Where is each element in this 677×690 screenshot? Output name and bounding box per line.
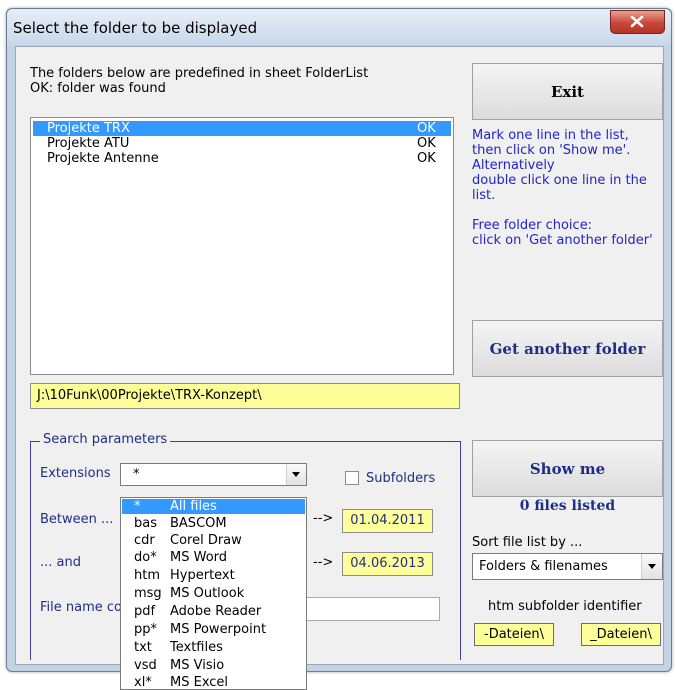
option-description: All files	[170, 499, 217, 514]
sort-value: Folders & filenames	[479, 559, 608, 574]
help-line: Free folder choice:	[472, 218, 593, 233]
folder-list[interactable]: Projekte TRX OK Projekte ATU OK Projekte…	[30, 117, 454, 375]
option-extension: txt	[134, 640, 152, 655]
option-description: MS Excel	[170, 675, 229, 690]
get-another-folder-button[interactable]: Get another folder	[472, 320, 663, 377]
help-line: Alternatively	[472, 158, 555, 173]
subfolders-label: Subfolders	[366, 471, 436, 486]
folder-name: Projekte Antenne	[47, 151, 159, 166]
title-bar: Select the folder to be displayed	[7, 9, 671, 45]
option-description: Corel Draw	[170, 533, 242, 548]
search-parameters-legend: Search parameters	[40, 432, 171, 447]
chevron-down-icon	[292, 472, 300, 477]
between-label: Between ...	[40, 512, 114, 527]
sort-dropdown-button[interactable]	[641, 554, 662, 579]
option-description: Textfiles	[170, 640, 223, 655]
info-line-1: The folders below are predefined in shee…	[30, 66, 369, 81]
extensions-dropdown-list[interactable]: * All files bas BASCOM cdr Corel Draw do* MS…	[120, 497, 307, 690]
help-line: then click on 'Show me'.	[472, 143, 631, 158]
option-description: MS Outlook	[170, 586, 245, 601]
extensions-value: *	[133, 467, 140, 482]
option-description: MS Word	[170, 550, 228, 565]
htm-identifier-dash[interactable]: -Dateien\	[474, 623, 554, 646]
extensions-combobox[interactable]: *	[120, 463, 307, 486]
help-line: Mark one line in the list,	[472, 128, 629, 143]
dropdown-option[interactable]: pdf Adobe Reader	[122, 604, 305, 619]
and-label: ... and	[40, 555, 81, 570]
dropdown-option[interactable]: htm Hypertext	[122, 568, 305, 583]
option-extension: pp*	[134, 622, 158, 637]
arrow-text: -->	[313, 511, 334, 526]
arrow-text: -->	[313, 555, 334, 570]
sort-select[interactable]: Folders & filenames	[472, 553, 663, 580]
option-description: MS Visio	[170, 658, 225, 673]
folder-name: Projekte TRX	[47, 121, 130, 136]
option-extension: vsd	[134, 658, 157, 673]
chevron-down-icon	[648, 564, 656, 569]
dropdown-option[interactable]: bas BASCOM	[122, 516, 305, 531]
dropdown-option[interactable]: txt Textfiles	[122, 640, 305, 655]
extensions-label: Extensions	[40, 466, 111, 481]
filename-contains-input[interactable]	[300, 597, 440, 621]
option-extension: cdr	[134, 533, 155, 548]
info-line-2: OK: folder was found	[30, 81, 166, 96]
folder-name: Projekte ATU	[47, 136, 130, 151]
help-line: click on 'Get another folder'	[472, 233, 653, 248]
option-description: BASCOM	[170, 516, 227, 531]
option-extension: xl*	[134, 675, 152, 690]
show-me-button[interactable]: Show me	[472, 440, 663, 497]
option-description: Hypertext	[170, 568, 235, 583]
dropdown-option[interactable]: vsd MS Visio	[122, 658, 305, 673]
folder-status: OK	[417, 121, 436, 136]
folder-status: OK	[417, 151, 436, 166]
option-extension: *	[134, 499, 141, 514]
folder-list-item[interactable]: Projekte Antenne OK	[33, 151, 451, 166]
dropdown-option[interactable]: pp* MS Powerpoint	[122, 622, 305, 637]
option-extension: bas	[134, 516, 157, 531]
window-title: Select the folder to be displayed	[13, 19, 258, 37]
option-extension: msg	[134, 586, 162, 601]
option-extension: do*	[134, 550, 157, 565]
sort-label: Sort file list by ...	[472, 535, 583, 550]
close-icon	[630, 15, 644, 28]
files-listed-count: 0 files listed	[519, 498, 616, 514]
help-line: double click one line in the	[472, 173, 647, 188]
help-text: Mark one line in the list, then click on…	[472, 128, 672, 248]
dropdown-option[interactable]: xl* MS Excel	[122, 675, 305, 690]
dropdown-option[interactable]: msg MS Outlook	[122, 586, 305, 601]
option-extension: htm	[134, 568, 160, 583]
help-line: list.	[472, 188, 496, 203]
selected-path-field: J:\10Funk\00Projekte\TRX-Konzept\	[30, 383, 460, 409]
extensions-dropdown-button[interactable]	[286, 464, 306, 485]
dropdown-option[interactable]: cdr Corel Draw	[122, 533, 305, 548]
folder-list-item[interactable]: Projekte ATU OK	[33, 136, 451, 151]
htm-identifier-underscore[interactable]: _Dateien\	[581, 623, 661, 646]
folder-status: OK	[417, 136, 436, 151]
close-button[interactable]	[610, 10, 665, 34]
folder-list-item[interactable]: Projekte TRX OK	[33, 121, 451, 136]
info-text: The folders below are predefined in shee…	[30, 66, 368, 96]
date-from-field[interactable]: 01.04.2011	[342, 509, 433, 533]
dropdown-option[interactable]: do* MS Word	[122, 550, 305, 565]
dropdown-option[interactable]: * All files	[122, 499, 305, 514]
option-description: MS Powerpoint	[170, 622, 267, 637]
htm-subfolder-label: htm subfolder identifier	[488, 599, 642, 614]
option-extension: pdf	[134, 604, 156, 619]
subfolders-checkbox[interactable]	[345, 471, 359, 485]
option-description: Adobe Reader	[170, 604, 262, 619]
date-to-field[interactable]: 04.06.2013	[342, 552, 433, 576]
exit-button[interactable]: Exit	[472, 63, 663, 120]
filename-contains-label: File name co	[40, 600, 122, 615]
